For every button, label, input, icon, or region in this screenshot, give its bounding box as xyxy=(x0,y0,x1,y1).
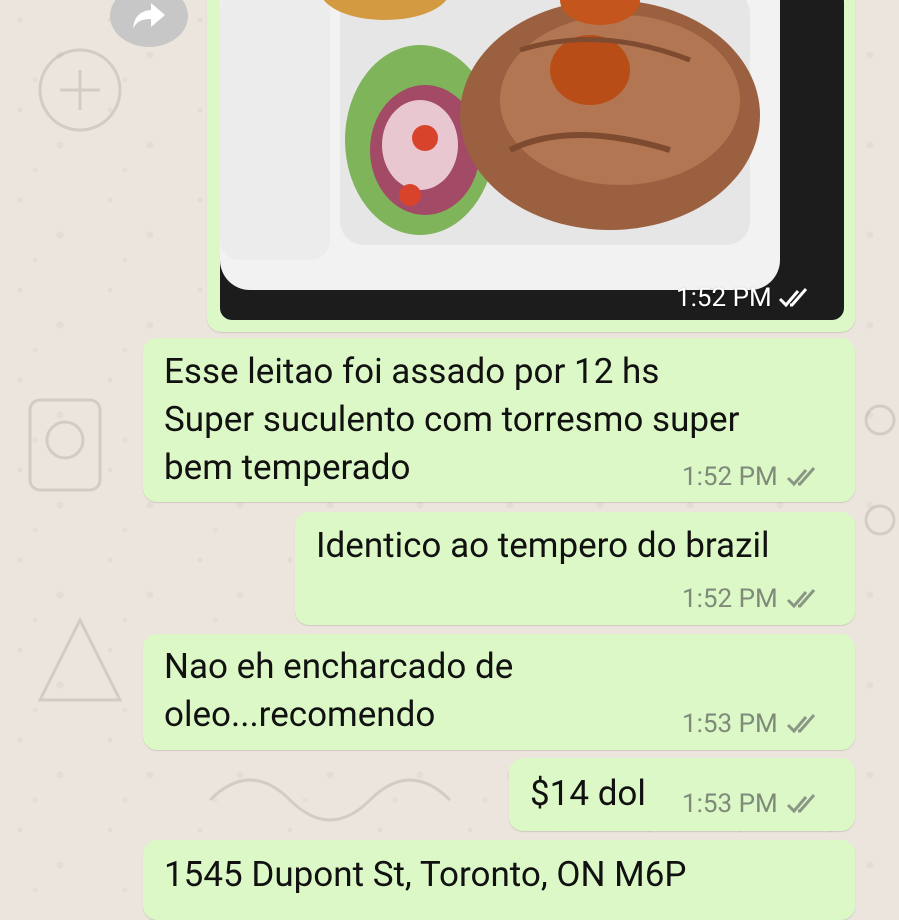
message-line: Nao eh encharcado de xyxy=(164,646,514,687)
message-time: 1:52 PM xyxy=(682,584,778,614)
message-meta: 1:52 PM xyxy=(682,584,820,614)
double-check-icon xyxy=(786,467,815,487)
message-meta: 1:53 PM xyxy=(682,709,820,739)
message-line: Super suculento com torresmo super xyxy=(164,399,740,440)
wallpaper-doodle xyxy=(38,48,122,132)
message-time: 1:53 PM xyxy=(682,709,778,739)
message-line: oleo...recomendo xyxy=(164,694,436,735)
message-time: 1:53 PM xyxy=(682,789,778,819)
double-check-icon xyxy=(786,714,815,734)
message-line: Identico ao tempero do brazil xyxy=(316,525,770,566)
double-check-icon xyxy=(786,589,815,609)
wallpaper-doodle xyxy=(28,398,102,492)
message-line: Esse leitao foi assado por 12 hs xyxy=(164,351,660,392)
image-message-meta: 1:52 PM xyxy=(676,283,812,313)
message-meta: 1:53 PM xyxy=(682,789,820,819)
message-time: 1:52 PM xyxy=(682,462,778,492)
wallpaper-doodle xyxy=(37,616,123,702)
message-line: $14 dol xyxy=(530,773,646,814)
double-check-icon xyxy=(786,794,815,814)
forward-share-icon xyxy=(133,3,165,29)
message-meta: 1:52 PM xyxy=(682,462,820,492)
image-message-photo[interactable] xyxy=(220,0,844,320)
message-line: 1545 Dupont St, Toronto, ON M6P xyxy=(164,854,687,895)
message-line: bem temperado xyxy=(164,447,411,488)
double-check-icon xyxy=(778,288,807,308)
message-time: 1:52 PM xyxy=(676,283,772,313)
wallpaper-doodle xyxy=(208,778,452,822)
wallpaper-doodle xyxy=(864,404,896,536)
